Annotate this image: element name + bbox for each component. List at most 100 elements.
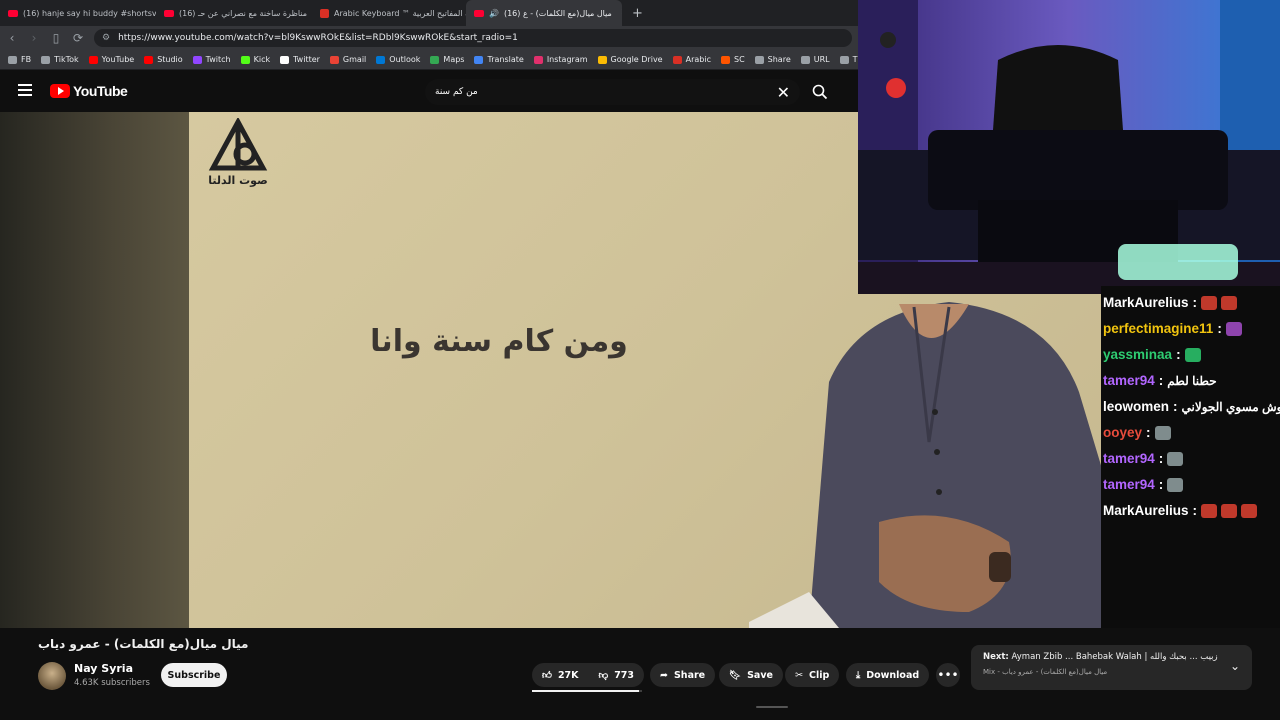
- chat-username[interactable]: tamer94: [1103, 472, 1155, 498]
- bookmark-label: Outlook: [389, 55, 421, 64]
- chat-username[interactable]: ooyey: [1103, 420, 1142, 446]
- bookmark-tn[interactable]: TN: [839, 55, 858, 64]
- chat-username[interactable]: perfectimagine11: [1103, 316, 1213, 342]
- bookmark-kick[interactable]: Kick: [240, 55, 270, 64]
- thumbs-down-icon: 👎︎: [598, 670, 609, 681]
- bookmark-icon[interactable]: ▯: [50, 31, 62, 45]
- clip-button[interactable]: ✂ Clip: [785, 663, 840, 687]
- youtube-icon: [164, 9, 174, 17]
- bookmark-maps[interactable]: Maps: [430, 55, 464, 64]
- chat-separator: :: [1192, 503, 1198, 518]
- subscriber-count: 4.63K subscribers: [74, 678, 150, 688]
- forward-button[interactable]: ›: [28, 31, 40, 45]
- bookmark-favicon-icon: [41, 55, 51, 64]
- download-button[interactable]: ⤓ Download: [846, 663, 930, 687]
- bookmark-fb[interactable]: FB: [8, 55, 31, 64]
- youtube-logo[interactable]: YouTube: [50, 83, 128, 99]
- chat-message: ooyey :: [1103, 420, 1278, 446]
- tab-label: (16) hanje say hi buddy #shortsviral: [23, 8, 156, 18]
- hamburger-menu-icon[interactable]: [18, 84, 32, 96]
- chat-message: MarkAurelius :: [1103, 290, 1278, 316]
- chat-message: tamer94 : حطنا لطم: [1103, 368, 1278, 394]
- chat-message: tamer94 :: [1103, 446, 1278, 472]
- chat-username[interactable]: leowomen: [1103, 394, 1169, 420]
- bookmark-label: SC: [733, 55, 745, 64]
- webcam-image: [858, 0, 1280, 294]
- chat-separator: :: [1217, 321, 1222, 336]
- bookmark-favicon-icon: [597, 55, 607, 64]
- chat-emote-icon: [1167, 478, 1184, 492]
- chevron-down-icon[interactable]: ⌄: [1230, 659, 1240, 673]
- chat-username[interactable]: tamer94: [1103, 446, 1155, 472]
- bookmark-label: Arabic: [685, 55, 711, 64]
- youtube-masthead: YouTube ✕: [0, 70, 858, 112]
- bookmark-youtube[interactable]: YouTube: [88, 55, 135, 64]
- bookmark-label: Instagram: [546, 55, 588, 64]
- chat-username[interactable]: MarkAurelius: [1103, 498, 1189, 524]
- youtube-icon: [8, 9, 18, 17]
- chat-username[interactable]: tamer94: [1103, 368, 1155, 394]
- bookmark-favicon-icon: [720, 55, 730, 64]
- chat-emote-icon: [1221, 296, 1238, 310]
- youtube-play-icon: [50, 84, 70, 98]
- bookmark-label: Twitter: [293, 55, 320, 64]
- chat-emote-icon: [1201, 296, 1218, 310]
- channel-avatar[interactable]: [38, 662, 66, 690]
- bookmark-tiktok[interactable]: TikTok: [41, 55, 79, 64]
- like-dislike-group: 👍︎ 27K 👎︎ 773: [532, 663, 644, 687]
- bookmark-label: Share: [767, 55, 791, 64]
- new-tab-button[interactable]: +: [622, 6, 653, 21]
- address-bar[interactable]: ⚙ https://www.youtube.com/watch?v=bl9Ksw…: [94, 29, 852, 47]
- chat-separator: :: [1158, 451, 1164, 466]
- bookmark-instagram[interactable]: Instagram: [533, 55, 588, 64]
- more-actions-icon[interactable]: •••: [936, 663, 960, 687]
- search-button[interactable]: [806, 79, 834, 105]
- chat-username[interactable]: MarkAurelius: [1103, 290, 1189, 316]
- bookmark-sc[interactable]: SC: [720, 55, 745, 64]
- browser-tab[interactable]: Arabic Keyboard ™ لوحة المفاتيح العربية: [312, 0, 466, 26]
- bookmark-outlook[interactable]: Outlook: [376, 55, 420, 64]
- site-info-icon[interactable]: ⚙: [102, 33, 110, 43]
- dislike-button[interactable]: 👎︎ 773: [589, 663, 645, 687]
- bookmark-google-drive[interactable]: Google Drive: [597, 55, 663, 64]
- tab-label: (16) ميال ميال(مع الكلمات) - ع: [503, 8, 612, 18]
- save-label: Save: [747, 669, 773, 681]
- reload-button[interactable]: ⟳: [72, 31, 84, 45]
- browser-tab[interactable]: (16) مناظرة ساخنة مع نصراني عن حـ: [156, 0, 312, 26]
- like-button[interactable]: 👍︎ 27K: [532, 663, 589, 687]
- bookmark-label: FB: [21, 55, 32, 64]
- tab-label: Arabic Keyboard ™ لوحة المفاتيح العربية: [334, 8, 466, 18]
- lyric-caption: ومن كام سنة وانا: [370, 324, 628, 359]
- youtube-wordmark: YouTube: [73, 83, 128, 99]
- clear-search-icon[interactable]: ✕: [777, 83, 790, 102]
- bookmark-gmail[interactable]: Gmail: [329, 55, 366, 64]
- bookmark-favicon-icon: [192, 55, 202, 64]
- chat-username[interactable]: yassminaa: [1103, 342, 1172, 368]
- subscribe-button[interactable]: Subscribe: [161, 663, 227, 687]
- bookmark-arabic[interactable]: Arabic: [672, 55, 711, 64]
- download-icon: ⤓: [856, 669, 861, 681]
- save-button[interactable]: 🔖︎ Save: [719, 663, 783, 687]
- search-input[interactable]: [435, 87, 777, 97]
- channel-name[interactable]: Nay Syria: [74, 662, 133, 675]
- watch-metadata: ميال ميال(مع الكلمات) - عمرو دياب Nay Sy…: [0, 628, 1280, 720]
- back-button[interactable]: ‹: [6, 31, 18, 45]
- bookmark-translate[interactable]: Translate: [474, 55, 524, 64]
- bookmark-share[interactable]: Share: [754, 55, 791, 64]
- bookmark-favicon-icon: [474, 55, 484, 64]
- download-label: Download: [866, 669, 920, 681]
- browser-tab-active[interactable]: 🔊 (16) ميال ميال(مع الكلمات) - ع ✕: [466, 0, 622, 26]
- bookmark-label: YouTube: [101, 55, 135, 64]
- bookmark-url[interactable]: URL: [800, 55, 830, 64]
- bookmark-twitter[interactable]: Twitter: [280, 55, 320, 64]
- bookmark-studio[interactable]: Studio: [144, 55, 183, 64]
- search-box[interactable]: ✕: [425, 79, 800, 105]
- speaker-icon[interactable]: 🔊: [489, 9, 499, 18]
- bookmark-save-icon: 🔖︎: [729, 669, 742, 681]
- browser-tab[interactable]: (16) hanje say hi buddy #shortsviral: [0, 0, 156, 26]
- like-count: 27K: [557, 669, 579, 681]
- share-button[interactable]: ➦ Share: [650, 663, 716, 687]
- bookmark-favicon-icon: [533, 55, 543, 64]
- up-next-card[interactable]: Next: Ayman Zbib ... Bahebak Walah | أيم…: [971, 645, 1252, 690]
- bookmark-twitch[interactable]: Twitch: [192, 55, 231, 64]
